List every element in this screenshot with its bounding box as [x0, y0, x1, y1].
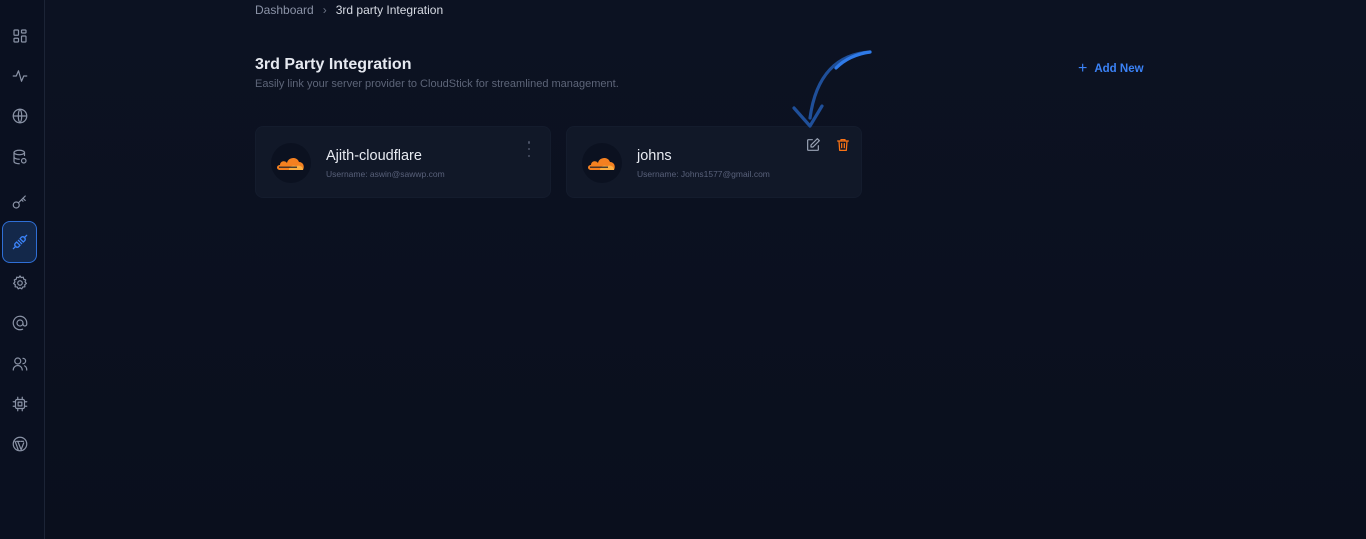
grid-icon [13, 29, 27, 43]
cloudflare-icon [277, 157, 304, 170]
integration-name: johns [637, 148, 672, 164]
sidebar-item-databases[interactable] [4, 141, 36, 173]
plus-icon: + [1078, 60, 1088, 77]
cpu-icon [12, 396, 28, 412]
integration-card[interactable]: johns Username: Johns1577@gmail.com [566, 126, 862, 198]
integration-card[interactable]: Ajith-cloudflare Username: aswin@sawwp.c… [255, 126, 551, 198]
sidebar-item-monitoring[interactable] [4, 60, 36, 92]
more-options-icon[interactable] [526, 141, 532, 157]
chevron-right-icon: › [322, 3, 327, 17]
add-new-button[interactable]: + Add New [1078, 60, 1144, 77]
at-sign-icon [12, 315, 28, 331]
cloudflare-logo [582, 143, 622, 183]
breadcrumb-current: 3rd party Integration [335, 3, 444, 17]
integration-username: Username: aswin@sawwp.com [326, 169, 445, 179]
integration-name: Ajith-cloudflare [326, 148, 422, 164]
sidebar-item-dashboard[interactable] [4, 20, 36, 52]
page-subtitle: Easily link your server provider to Clou… [255, 78, 619, 90]
sidebar-item-settings[interactable] [4, 267, 36, 299]
activity-icon [12, 70, 28, 82]
database-icon [13, 149, 27, 165]
sidebar-item-servers[interactable] [4, 388, 36, 420]
annotation-arrow [792, 50, 872, 128]
sidebar [0, 0, 45, 539]
sidebar-item-domains[interactable] [4, 100, 36, 132]
cloudflare-icon [588, 157, 615, 170]
integration-username: Username: Johns1577@gmail.com [637, 169, 770, 179]
breadcrumb-dashboard[interactable]: Dashboard [255, 3, 314, 17]
sidebar-item-wordpress[interactable] [4, 428, 36, 460]
app-root: Dashboard › 3rd party Integration 3rd Pa… [0, 0, 1366, 539]
key-icon [12, 195, 26, 209]
sidebar-item-integrations[interactable] [2, 221, 37, 263]
breadcrumb: Dashboard › 3rd party Integration [255, 3, 443, 17]
plug-icon [12, 234, 27, 250]
add-new-label: Add New [1094, 63, 1144, 75]
users-icon [12, 357, 28, 371]
cloudflare-logo [271, 143, 311, 183]
page-title: 3rd Party Integration [255, 56, 412, 73]
globe-icon [12, 108, 28, 124]
wordpress-icon [12, 436, 28, 452]
trash-icon[interactable] [835, 137, 851, 153]
sidebar-item-ssh-keys[interactable] [4, 186, 36, 218]
gear-icon [13, 275, 27, 290]
sidebar-item-users[interactable] [4, 348, 36, 380]
sidebar-item-email[interactable] [4, 307, 36, 339]
edit-icon[interactable] [805, 137, 821, 153]
